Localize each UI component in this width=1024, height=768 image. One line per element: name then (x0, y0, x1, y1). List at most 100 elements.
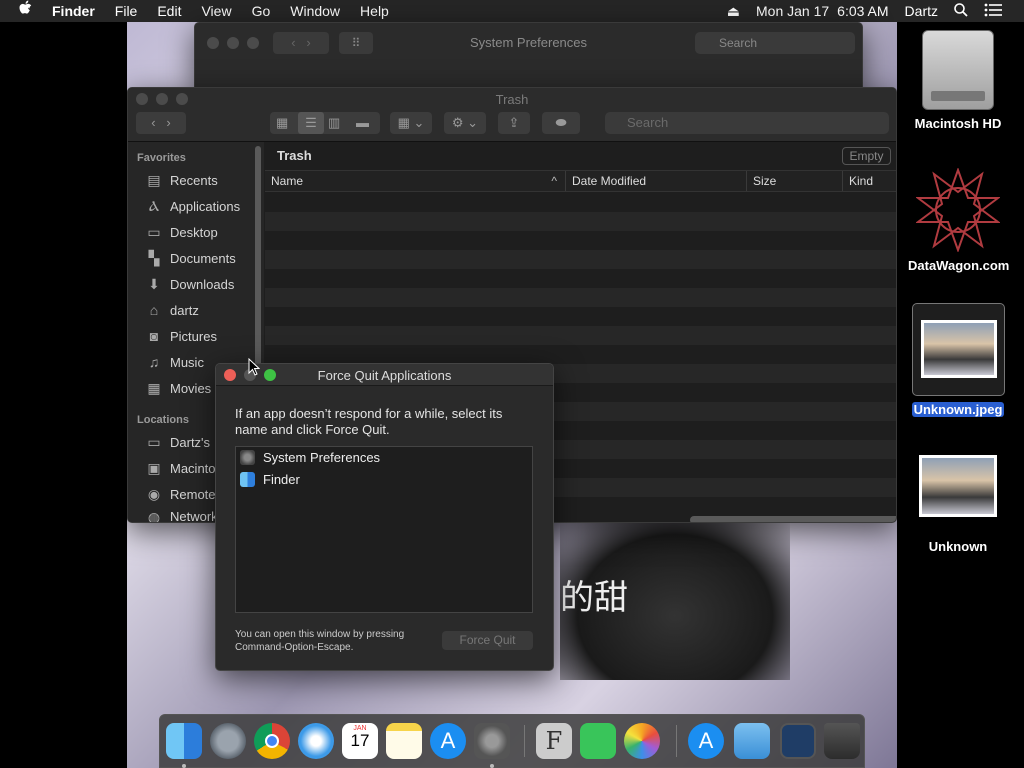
desktop-icon-unknown[interactable]: Unknown (908, 455, 1008, 554)
menu-user[interactable]: Dartz (897, 3, 946, 19)
sidebar-item-label: Applications (170, 198, 241, 214)
menu-window[interactable]: Window (280, 0, 350, 22)
menu-finder[interactable]: Finder (42, 0, 105, 22)
view-mode-control[interactable]: ▦ ☰ ▥ ▬ (270, 112, 380, 134)
force-quit-window[interactable]: Force Quit Applications If an app doesn’… (215, 363, 554, 671)
sidebar-item-label: dartz (170, 302, 199, 318)
sidebar-item-label: Pictures (170, 328, 217, 344)
system-preferences-window[interactable]: ‹ › ⠿ System Preferences Search (194, 22, 863, 92)
action-gear-icon[interactable]: ⚙ ⌄ (444, 112, 486, 134)
gallery-view-icon[interactable]: ▬ (356, 112, 369, 134)
launchpad-icon[interactable] (210, 723, 246, 759)
sidebar-item-label: Downloads (170, 276, 235, 292)
sidebar-item-home[interactable]: ⌂ dartz (145, 299, 265, 321)
safari-icon[interactable] (298, 723, 334, 759)
finder-icon[interactable] (166, 723, 202, 759)
empty-row (265, 212, 896, 231)
facetime-icon[interactable] (580, 723, 616, 759)
menu-help[interactable]: Help (350, 0, 399, 22)
column-size[interactable]: Size (746, 171, 842, 191)
home-icon: ⌂ (149, 302, 159, 318)
tag-icon[interactable]: ⬬ (542, 112, 580, 134)
column-name[interactable]: Name ^ (265, 171, 565, 191)
sidebar-item-label: Remote (170, 486, 216, 502)
desktop-icon-label: Macintosh HD (914, 116, 1002, 131)
column-kind[interactable]: Kind (842, 171, 896, 191)
desktop-icon-macintosh-hd[interactable]: Macintosh HD (908, 30, 1008, 131)
desktop-icon-unknown-jpeg[interactable]: Unknown.jpeg (908, 303, 1008, 419)
camera-icon: ◙ (149, 328, 159, 344)
location-label: Trash (277, 148, 312, 163)
sidebar-item-recents[interactable]: ▤ Recents (145, 169, 265, 191)
notes-icon[interactable] (386, 723, 422, 759)
fontbook-icon[interactable]: F (536, 723, 572, 759)
force-quit-titlebar[interactable]: Force Quit Applications (216, 364, 553, 386)
app-store-icon[interactable]: A (430, 723, 466, 759)
system-preferences-icon[interactable] (474, 723, 510, 759)
sidebar-item-documents[interactable]: ▚ Documents (145, 247, 265, 269)
menu-go[interactable]: Go (242, 0, 281, 22)
apple-menu-icon[interactable] (0, 0, 42, 23)
trash-icon[interactable] (824, 723, 860, 759)
wallpaper-caption: 的甜 (560, 578, 628, 618)
chrome-icon[interactable] (254, 723, 290, 759)
column-kind-label: Kind (849, 174, 874, 188)
search-icon[interactable] (946, 2, 976, 20)
datawagon-icon (915, 167, 1001, 253)
running-indicator (182, 764, 186, 768)
sidebar-scrollbar[interactable] (255, 146, 261, 366)
search-input[interactable]: Search (605, 112, 889, 134)
sidebar-item-applications[interactable]: Ⲁ Applications (145, 195, 265, 217)
horizontal-scrollbar[interactable] (690, 516, 896, 522)
search-input[interactable]: Search (695, 32, 855, 54)
column-view-icon[interactable]: ▥ (328, 112, 340, 134)
downloads-icon: ⬇ (148, 276, 160, 292)
menu-extras: ⏏ Mon Jan 17 6:03 AM Dartz (719, 0, 1024, 22)
share-icon[interactable]: ⇪ (498, 112, 530, 134)
system-preferences-icon (240, 449, 255, 465)
finder-icon (240, 471, 255, 487)
app-store-folder-icon[interactable]: A (688, 723, 724, 759)
desktop-icon-label: DataWagon.com (908, 258, 1010, 273)
force-quit-button[interactable]: Force Quit (442, 631, 533, 650)
clock-icon: ▤ (147, 172, 161, 188)
sort-ascending-icon: ^ (551, 174, 557, 188)
mouse-cursor-icon (248, 357, 261, 381)
sidebar-item-downloads[interactable]: ⬇ Downloads (145, 273, 265, 295)
empty-trash-button[interactable]: Empty (842, 147, 891, 165)
folder-icon[interactable] (734, 723, 770, 759)
menu-file[interactable]: File (105, 0, 148, 22)
calendar-icon[interactable]: JAN 17 (342, 723, 378, 759)
group-by-button[interactable]: ▦ ⌄ (390, 112, 432, 134)
desktop-icon-datawagon[interactable]: DataWagon.com (908, 167, 1010, 273)
screenshot-icon[interactable] (780, 723, 816, 759)
window-title: Force Quit Applications (317, 368, 452, 383)
app-list-item[interactable]: System Preferences (240, 447, 380, 467)
empty-row (265, 326, 896, 345)
icon-view-icon[interactable]: ▦ (276, 112, 288, 134)
calendar-day: 17 (350, 731, 370, 750)
sidebar-item-label: Desktop (170, 224, 218, 240)
running-indicator (490, 764, 494, 768)
image-thumbnail-icon (911, 303, 1005, 396)
menu-time[interactable]: 6:03 AM (837, 3, 896, 19)
back-forward-button[interactable]: ‹ › (136, 112, 186, 134)
sidebar-item-pictures[interactable]: ◙ Pictures (145, 325, 265, 347)
dock-separator (524, 725, 525, 757)
sidebar-item-label: Movies (170, 380, 212, 396)
eject-icon[interactable]: ⏏ (719, 3, 748, 20)
locations-header: Locations (137, 414, 189, 426)
column-date-modified[interactable]: Date Modified (565, 171, 746, 191)
sidebar-item-desktop[interactable]: ▭ Desktop (145, 221, 265, 243)
app-list-item[interactable]: Finder (240, 469, 300, 489)
desktop-icon-label: Unknown.jpeg (911, 402, 1005, 417)
menu-view[interactable]: View (191, 0, 241, 22)
menu-edit[interactable]: Edit (147, 0, 191, 22)
list-icon[interactable] (976, 3, 1024, 20)
menu-date[interactable]: Mon Jan 17 (748, 3, 837, 19)
finder-toolbar: Trash ‹ › ▦ ☰ ▥ ▬ ▦ ⌄ ⚙ ⌄ ⇪ ⬬ Search (128, 88, 896, 142)
sidebar-item-label: Music (170, 354, 204, 370)
photos-icon[interactable] (624, 723, 660, 759)
column-header: Name ^ Date Modified Size Kind (265, 170, 896, 192)
list-view-icon[interactable]: ☰ (298, 112, 324, 134)
